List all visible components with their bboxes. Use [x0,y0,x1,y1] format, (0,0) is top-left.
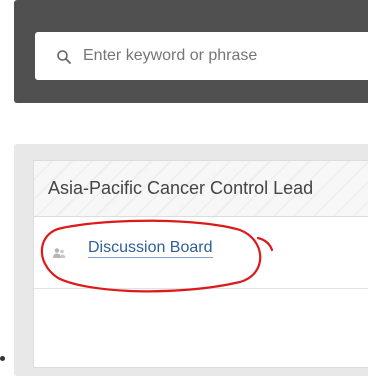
panel-title: Asia-Pacific Cancer Control Lead [48,178,314,198]
panel-content: Asia-Pacific Cancer Control Lead Discuss… [33,160,368,368]
group-icon [53,248,66,258]
group-panel: Asia-Pacific Cancer Control Lead Discuss… [14,144,368,376]
list-item-empty [34,289,368,369]
stray-dot [0,356,5,361]
discussion-board-link[interactable]: Discussion Board [88,239,213,258]
page: Asia-Pacific Cancer Control Lead Discuss… [0,0,368,382]
search-icon [57,50,71,64]
panel-header: Asia-Pacific Cancer Control Lead [34,161,368,217]
list-item: Discussion Board [34,217,368,289]
search-input[interactable] [35,32,368,80]
